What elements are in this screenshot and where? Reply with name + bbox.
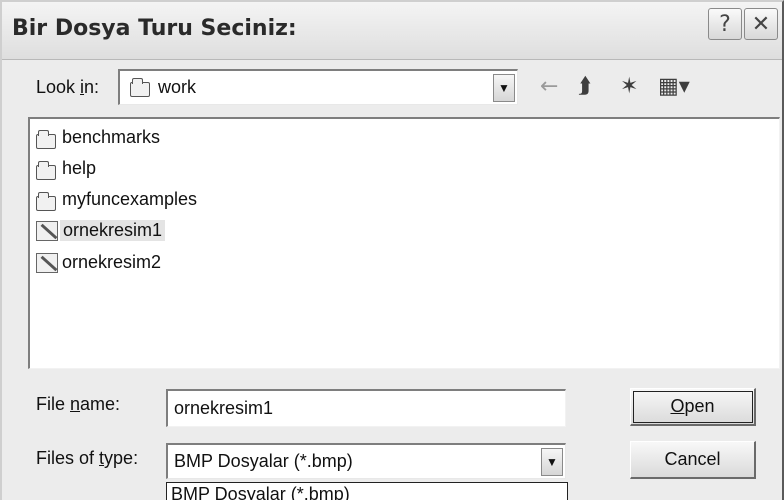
title-bar[interactable]: Bir Dosya Turu Seciniz: ? ✕ [2,2,782,60]
look-in-dropdown-button[interactable]: ▼ [493,74,515,102]
back-icon[interactable]: ← [540,74,558,99]
up-folder-icon[interactable]: ⮭ [578,74,591,99]
file-type-dropdown-list[interactable]: BMP Dosyalar (*.bmp) [166,482,568,500]
file-type-value: BMP Dosyalar (*.bmp) [174,451,353,471]
dialog-title: Bir Dosya Turu Seciniz: [12,16,297,41]
folder-icon [130,78,150,97]
help-button[interactable]: ? [708,8,742,40]
open-button[interactable]: Open [630,388,756,426]
list-item[interactable]: ornekresim2 [30,248,230,278]
list-item[interactable]: myfuncexamples [30,185,250,215]
folder-icon [36,161,56,180]
view-menu-icon[interactable]: ▦▾ [658,74,690,99]
image-file-icon [36,221,58,241]
close-icon: ✕ [751,11,771,37]
file-name-input[interactable] [166,389,566,427]
list-item[interactable]: help [30,154,230,184]
file-type-combo[interactable]: BMP Dosyalar (*.bmp) ▼ [166,443,566,479]
close-button[interactable]: ✕ [744,8,778,40]
file-name-label: File name: [36,394,121,414]
list-item[interactable]: benchmarks [30,123,230,153]
cancel-button[interactable]: Cancel [630,441,756,479]
file-list[interactable]: benchmarks help myfuncexamples ornekresi… [28,117,780,369]
file-type-option[interactable]: BMP Dosyalar (*.bmp) [171,484,350,500]
look-in-label: Look in: [36,77,100,97]
folder-icon [36,130,56,149]
list-item-selected[interactable]: ornekresim1 [30,216,230,246]
chevron-down-icon: ▼ [546,455,558,469]
help-icon: ? [719,11,731,37]
file-type-dropdown-button[interactable]: ▼ [541,448,563,476]
look-in-value: work [158,77,197,97]
file-type-label: Files of type: [36,448,139,468]
folder-icon [36,192,56,211]
chevron-down-icon: ▼ [498,81,510,95]
look-in-combo[interactable]: work ▼ [118,69,518,105]
image-file-icon [36,253,58,273]
file-type-dialog: Bir Dosya Turu Seciniz: ? ✕ Look in: wor… [0,0,784,500]
new-folder-icon[interactable]: ✶ [620,74,638,99]
